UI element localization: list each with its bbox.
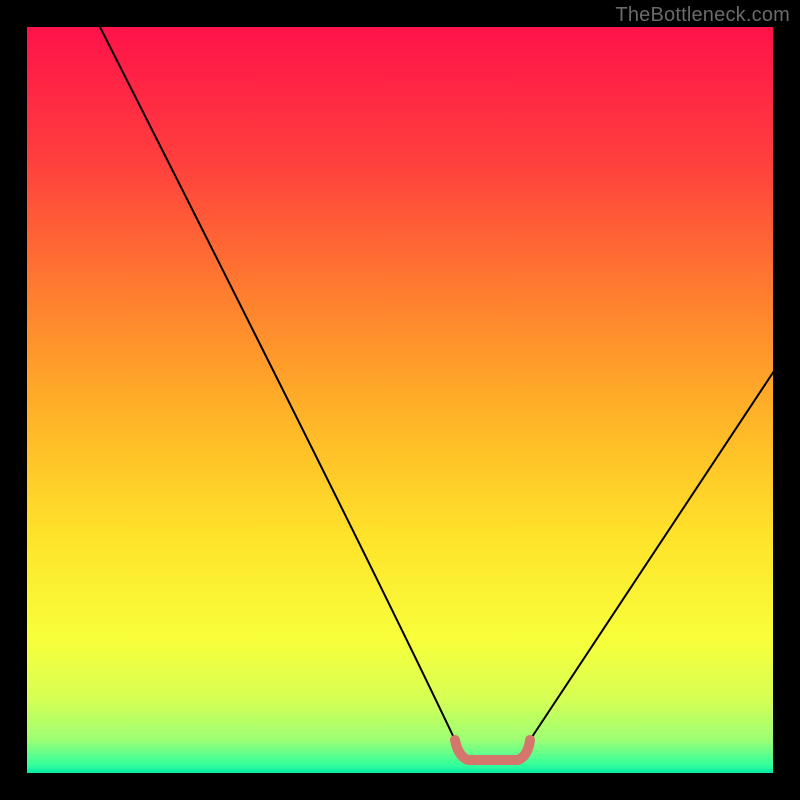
bottleneck-chart: [0, 0, 800, 800]
heat-gradient-background: [27, 27, 773, 773]
watermark-text: TheBottleneck.com: [615, 4, 790, 27]
chart-stage: TheBottleneck.com: [0, 0, 800, 800]
